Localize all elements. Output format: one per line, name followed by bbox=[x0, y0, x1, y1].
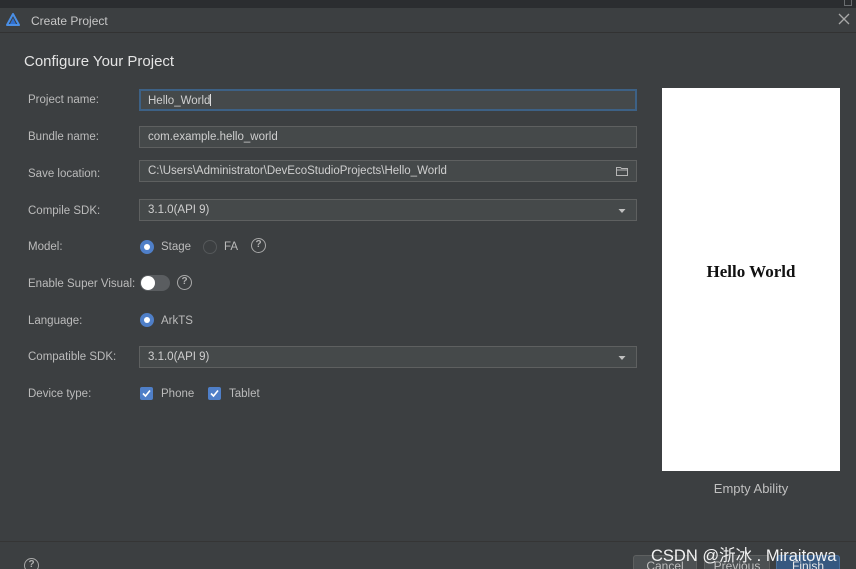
dialog-titlebar: Create Project bbox=[0, 8, 856, 33]
bundle-name-input[interactable]: com.example.hello_world bbox=[139, 126, 637, 148]
project-name-value: Hello_World bbox=[148, 95, 211, 107]
device-phone-label: Phone bbox=[161, 388, 195, 400]
model-label: Model: bbox=[28, 241, 63, 253]
compatible-sdk-label: Compatible SDK: bbox=[28, 351, 117, 363]
save-location-input[interactable]: C:\Users\Administrator\DevEcoStudioProje… bbox=[139, 160, 637, 182]
project-name-input[interactable]: Hello_World bbox=[139, 89, 637, 111]
compile-sdk-value: 3.1.0(API 9) bbox=[148, 204, 210, 216]
toggle-knob bbox=[141, 276, 155, 290]
checkmark-icon bbox=[142, 389, 151, 398]
template-name: Empty Ability bbox=[713, 481, 789, 496]
language-arkts-label: ArkTS bbox=[161, 315, 193, 327]
compile-sdk-select[interactable]: 3.1.0(API 9) bbox=[139, 199, 637, 221]
folder-icon[interactable] bbox=[616, 166, 628, 176]
preview-text: Hello World bbox=[706, 262, 796, 281]
text-caret bbox=[210, 94, 212, 106]
harmony-triangle-icon bbox=[6, 13, 20, 26]
model-stage-label: Stage bbox=[161, 241, 192, 253]
close-icon[interactable] bbox=[837, 12, 851, 26]
bundle-name-label: Bundle name: bbox=[28, 131, 99, 143]
page-title: Configure Your Project bbox=[24, 53, 175, 70]
watermark: CSDN @浙冰 . Miraitowa bbox=[651, 547, 837, 565]
model-fa-radio[interactable] bbox=[203, 240, 217, 254]
save-location-label: Save location: bbox=[28, 168, 101, 180]
device-phone-checkbox[interactable] bbox=[140, 387, 153, 400]
checkmark-icon bbox=[210, 389, 219, 398]
compatible-sdk-select[interactable]: 3.1.0(API 9) bbox=[139, 346, 637, 368]
super-visual-toggle[interactable] bbox=[140, 275, 170, 291]
model-fa-label: FA bbox=[224, 241, 239, 253]
background-window-control bbox=[844, 0, 852, 6]
chevron-down-icon bbox=[618, 209, 626, 213]
template-preview: Hello World bbox=[662, 88, 840, 471]
project-name-label: Project name: bbox=[28, 94, 99, 106]
model-stage-radio[interactable] bbox=[140, 240, 154, 254]
device-type-label: Device type: bbox=[28, 388, 92, 400]
language-label: Language: bbox=[28, 315, 83, 327]
help-icon[interactable]: ? bbox=[24, 558, 39, 569]
help-icon[interactable]: ? bbox=[177, 275, 192, 290]
device-tablet-label: Tablet bbox=[229, 388, 260, 400]
dialog-title: Create Project bbox=[31, 14, 108, 28]
compatible-sdk-value: 3.1.0(API 9) bbox=[148, 351, 210, 363]
bundle-name-value: com.example.hello_world bbox=[148, 131, 278, 143]
help-icon[interactable]: ? bbox=[251, 238, 266, 253]
chevron-down-icon bbox=[618, 356, 626, 360]
super-visual-label: Enable Super Visual: bbox=[28, 278, 136, 290]
save-location-value: C:\Users\Administrator\DevEcoStudioProje… bbox=[148, 165, 447, 177]
device-tablet-checkbox[interactable] bbox=[208, 387, 221, 400]
compile-sdk-label: Compile SDK: bbox=[28, 205, 101, 217]
language-arkts-radio[interactable] bbox=[140, 313, 154, 327]
background-window-strip bbox=[0, 0, 856, 8]
